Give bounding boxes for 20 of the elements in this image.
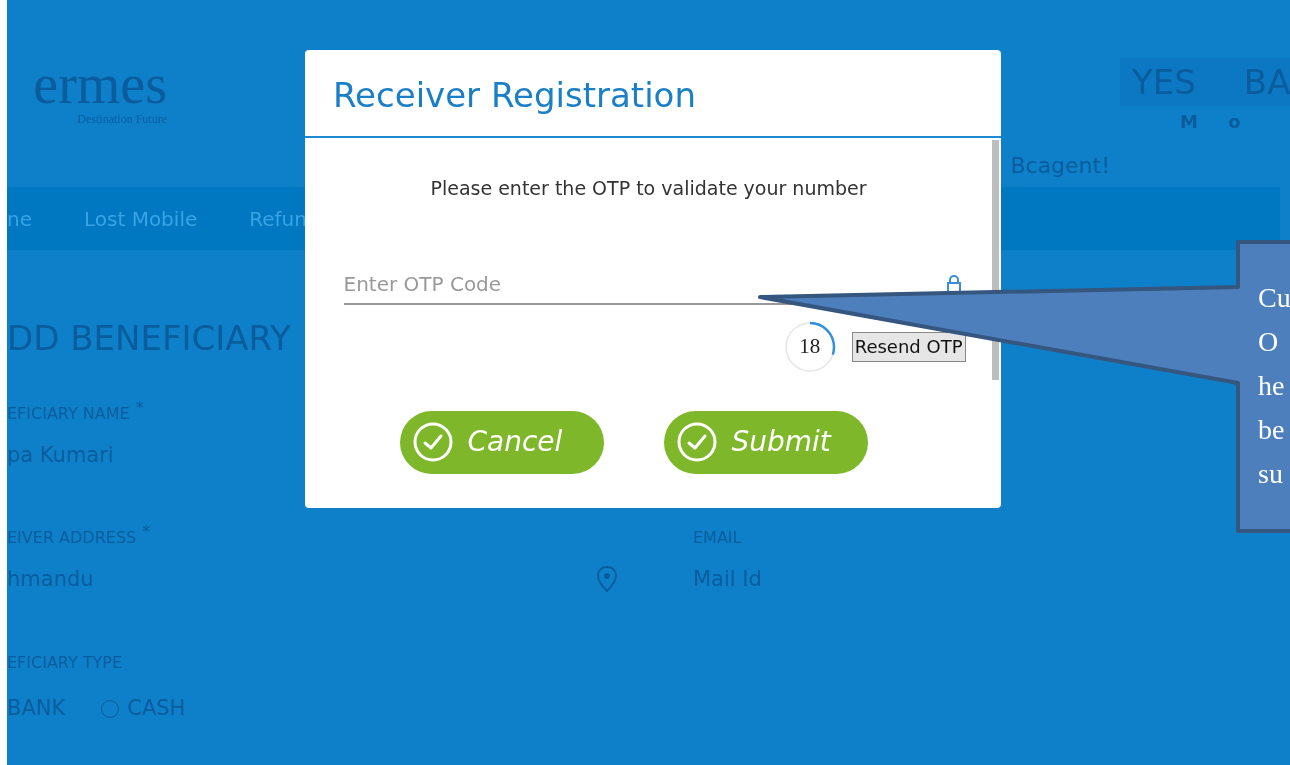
callout-text: he (1258, 369, 1285, 403)
resend-otp-button[interactable]: Resend OTP (851, 331, 966, 362)
callout-text: Cu (1258, 281, 1290, 315)
callout-text: be (1258, 413, 1285, 447)
lock-icon (945, 274, 962, 293)
timer-reading: 18 (799, 332, 821, 360)
modal-title: Receiver Registration (333, 73, 696, 117)
cancel-button[interactable]: Cancel (399, 410, 604, 474)
nav-link[interactable]: Refun (249, 203, 307, 234)
message-text: Please enter the OTP to validate your number (430, 176, 867, 201)
callout-text: O (1258, 325, 1279, 359)
callout-text: su (1258, 457, 1283, 491)
required-mark: * (142, 525, 151, 538)
required-mark: * (135, 402, 144, 414)
nav-link[interactable]: Lost Mobile (84, 203, 198, 234)
check-circle-icon (675, 421, 718, 463)
check-circle-icon (411, 421, 454, 463)
map-pin-icon (597, 566, 617, 593)
nav-link[interactable]: ne (7, 203, 32, 234)
submit-button[interactable]: Submit (663, 410, 868, 474)
